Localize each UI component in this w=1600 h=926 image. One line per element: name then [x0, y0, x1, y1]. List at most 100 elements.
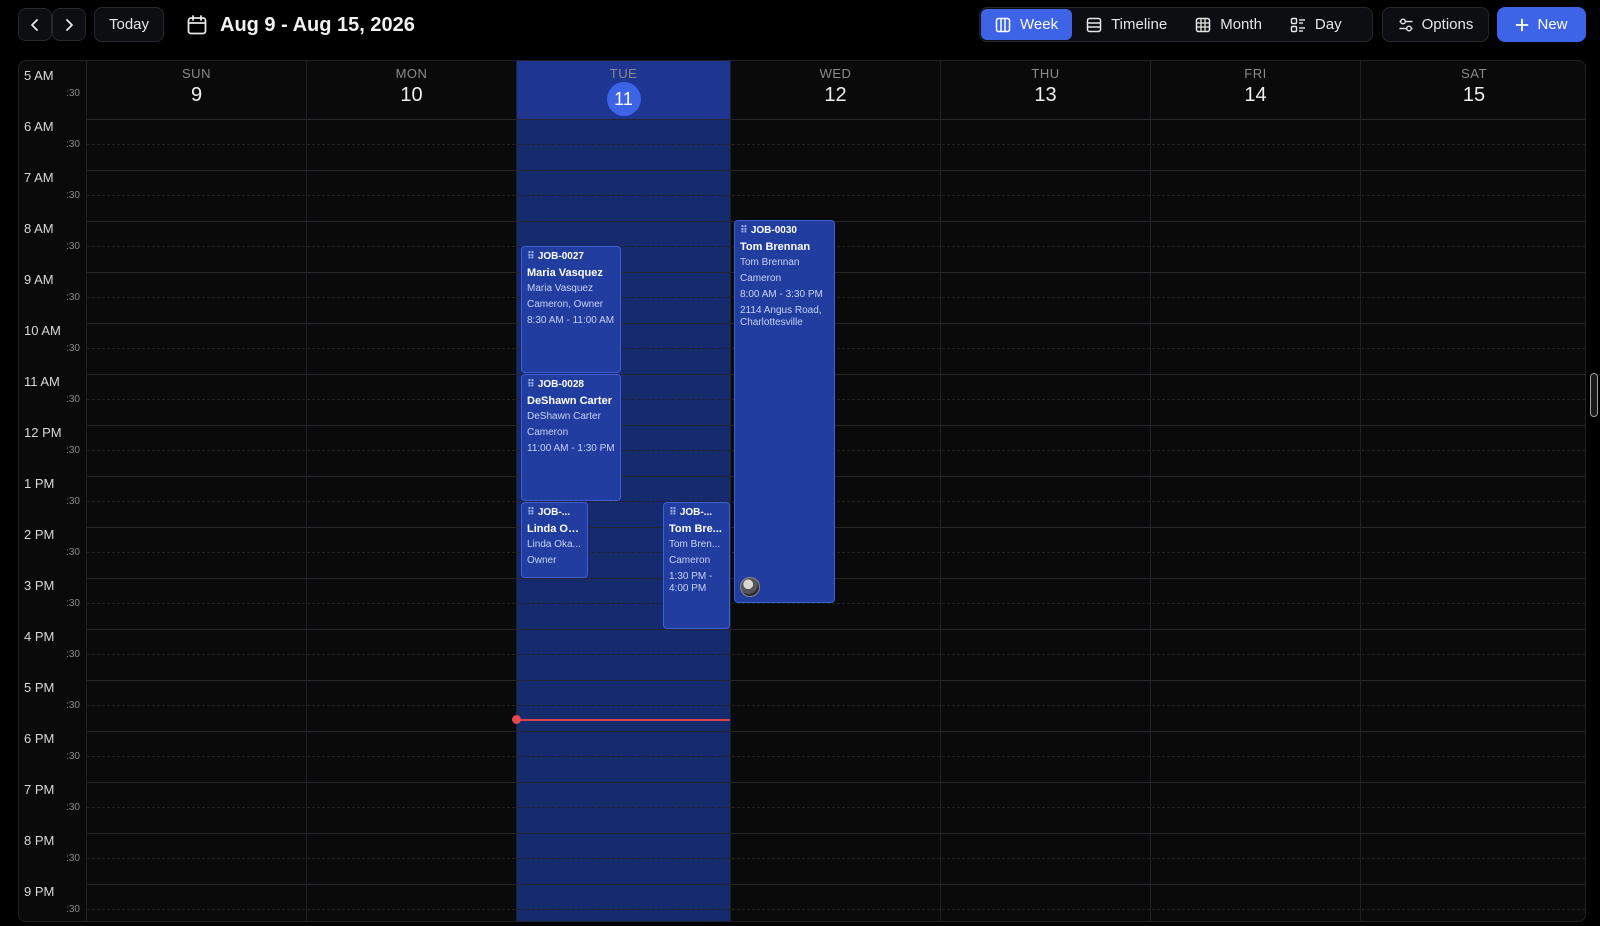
drag-handle-icon[interactable]: ⠿	[527, 379, 535, 390]
time-gutter: 5 AM :30 6 AM :30 7 AM :30 8 AM :30 9 AM…	[19, 61, 87, 921]
half-hour-label: :30	[66, 598, 80, 609]
day-header-mon[interactable]: MON 10	[306, 61, 516, 119]
event-title: DeShawn Carter	[527, 395, 612, 407]
hour-label: 7 AM	[24, 170, 54, 185]
assignee-avatar[interactable]	[740, 577, 760, 597]
drag-handle-icon[interactable]: ⠿	[740, 225, 748, 236]
event-title: Linda Ok...	[527, 523, 582, 535]
day-name: WED	[819, 66, 852, 81]
half-hour-label: :30	[66, 853, 80, 864]
day-header-thu[interactable]: THU 13	[940, 61, 1150, 119]
half-hour-label: :30	[66, 700, 80, 711]
hour-label: 11 AM	[24, 374, 60, 389]
column-divider	[516, 61, 517, 921]
hour-label: 5 AM	[24, 68, 54, 83]
event-code-row: ⠿ JOB-0028	[527, 379, 615, 390]
event-code-row: ⠿ JOB-0027	[527, 251, 615, 262]
hour-label: 8 AM	[24, 221, 54, 236]
view-switcher: Week Timeline Month Day	[979, 7, 1373, 42]
today-button[interactable]: Today	[94, 7, 164, 42]
plus-icon	[1516, 18, 1529, 31]
event-card[interactable]: ⠿ JOB-0028 DeShawn Carter DeShawn Carter …	[521, 374, 621, 501]
half-hour-label: :30	[66, 547, 80, 558]
event-customer: Tom Bren...	[669, 539, 721, 550]
event-customer: DeShawn Carter	[527, 411, 601, 422]
drag-handle-icon[interactable]: ⠿	[527, 251, 535, 262]
event-code-row: ⠿ JOB-0030	[740, 225, 829, 236]
day-header-tue-today[interactable]: TUE 11	[516, 61, 730, 119]
day-view-button[interactable]: Day	[1276, 9, 1356, 40]
half-hour-label: :30	[66, 649, 80, 660]
vertical-scrollbar-thumb[interactable]	[1590, 373, 1598, 417]
day-name: TUE	[609, 66, 638, 81]
half-hour-label: :30	[66, 139, 80, 150]
event-assignees: Cameron	[527, 427, 569, 438]
event-card[interactable]: ⠿ JOB-0027 Maria Vasquez Maria Vasquez Ca…	[521, 246, 621, 373]
hour-label: 3 PM	[24, 578, 55, 593]
hour-label: 8 PM	[24, 833, 55, 848]
half-hour-label: :30	[66, 343, 80, 354]
event-card[interactable]: ⠿ JOB-... Tom Bre... Tom Bren... Cameron …	[663, 502, 730, 629]
options-label: Options	[1421, 16, 1474, 33]
day-header-sun[interactable]: SUN 9	[87, 61, 306, 119]
event-code: JOB-0030	[750, 225, 797, 236]
options-button[interactable]: Options	[1382, 7, 1489, 42]
day-name: FRI	[1244, 66, 1267, 81]
calendar-icon	[187, 15, 207, 35]
timeline-view-label: Timeline	[1111, 16, 1168, 33]
day-name: MON	[395, 66, 428, 81]
event-time: 8:00 AM - 3:30 PM	[740, 289, 823, 300]
column-divider	[730, 61, 731, 921]
event-card[interactable]: ⠿ JOB-0030 Tom Brennan Tom Brennan Camero…	[734, 220, 835, 603]
half-hour-label: :30	[66, 394, 80, 405]
event-customer: Linda Oka...	[527, 539, 581, 550]
drag-handle-icon[interactable]: ⠿	[527, 507, 535, 518]
event-card[interactable]: ⠿ JOB-... Linda Ok... Linda Oka... Owner	[521, 502, 588, 578]
event-assignees: Cameron	[669, 555, 711, 566]
day-number: 10	[400, 84, 423, 106]
event-code-row: ⠿ JOB-...	[527, 507, 582, 518]
day-view-label: Day	[1314, 16, 1342, 33]
week-view-button[interactable]: Week	[981, 9, 1073, 40]
event-code: JOB-...	[679, 507, 713, 518]
drag-handle-icon[interactable]: ⠿	[669, 507, 677, 518]
day-header-sat[interactable]: SAT 15	[1360, 61, 1585, 119]
half-hour-label: :30	[66, 496, 80, 507]
new-button[interactable]: New	[1497, 7, 1586, 42]
column-divider	[306, 61, 307, 921]
day-name: THU	[1031, 66, 1060, 81]
month-view-label: Month	[1220, 16, 1262, 33]
previous-week-button[interactable]	[18, 8, 52, 41]
day-header-fri[interactable]: FRI 14	[1150, 61, 1360, 119]
event-customer: Maria Vasquez	[527, 283, 593, 294]
day-number: 14	[1244, 84, 1267, 106]
toolbar: Today Aug 9 - Aug 15, 2026 Week Timeline…	[0, 0, 1600, 50]
column-divider	[1360, 61, 1361, 921]
hour-label: 4 PM	[24, 629, 55, 644]
event-customer: Tom Brennan	[740, 257, 800, 268]
month-view-button[interactable]: Month	[1181, 9, 1276, 40]
hour-label: 9 PM	[24, 884, 55, 899]
day-header-wed[interactable]: WED 12	[730, 61, 940, 119]
columns-icon	[995, 17, 1011, 32]
half-hour-label: :30	[66, 88, 80, 99]
half-hour-label: :30	[66, 190, 80, 201]
week-calendar-grid: 5 AM :30 6 AM :30 7 AM :30 8 AM :30 9 AM…	[18, 60, 1586, 922]
chevron-left-icon	[31, 18, 38, 31]
today-date-badge: 11	[606, 82, 641, 116]
event-title: Maria Vasquez	[527, 267, 603, 279]
column-divider	[1150, 61, 1151, 921]
half-hour-label: :30	[66, 292, 80, 303]
list-icon	[1290, 17, 1305, 32]
event-assignees: Owner	[527, 555, 557, 566]
timeline-view-button[interactable]: Timeline	[1072, 9, 1181, 40]
event-address: 2114 Angus Road, Charlottesville	[740, 305, 822, 328]
day-number: 15	[1462, 84, 1486, 106]
event-title: Tom Brennan	[740, 241, 811, 253]
hour-label: 6 PM	[24, 731, 55, 746]
hour-label: 7 PM	[24, 782, 55, 797]
current-time-dot	[512, 715, 521, 724]
date-range-picker[interactable]: Aug 9 - Aug 15, 2026	[186, 10, 415, 40]
day-number: 9	[190, 84, 203, 106]
next-week-button[interactable]	[52, 8, 86, 41]
